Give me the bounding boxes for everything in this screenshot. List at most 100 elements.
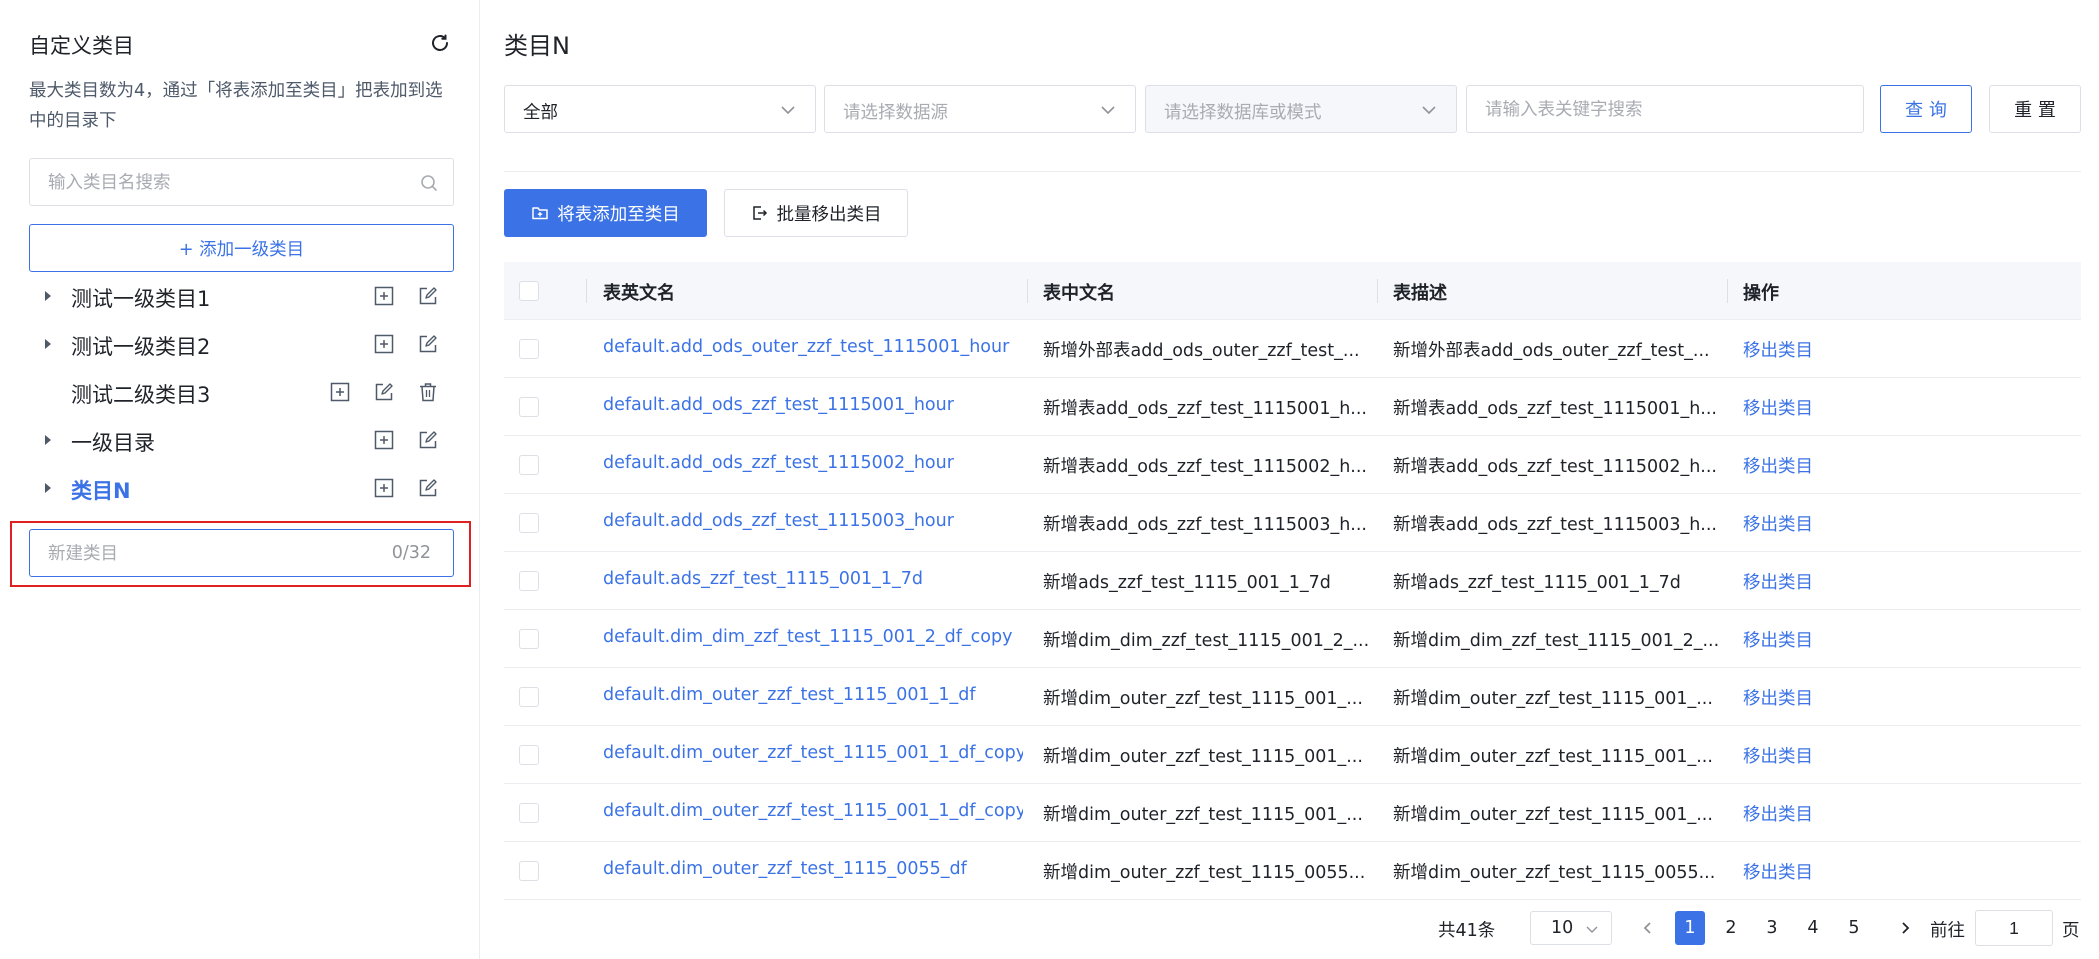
row-checkbox[interactable]	[519, 571, 539, 591]
table-en-name-link[interactable]: default.ads_zzf_test_1115_001_1_7d	[603, 569, 1023, 589]
remove-from-category-link[interactable]: 移出类目	[1743, 627, 1813, 652]
sidebar-hint: 最大类目数为4，通过「将表添加至类目」把表加到选中的目录下	[29, 81, 443, 131]
remove-from-category-link[interactable]: 移出类目	[1743, 685, 1813, 710]
tree-node[interactable]: 一级目录	[29, 416, 454, 464]
pagination-total: 共41条	[1438, 921, 1496, 941]
remove-from-category-link[interactable]: 移出类目	[1743, 743, 1813, 768]
caret-right-icon[interactable]	[45, 291, 51, 301]
table-description: 新增表add_ods_zzf_test_1115003_h...	[1393, 515, 1717, 535]
caret-right-icon[interactable]	[45, 435, 51, 445]
delete-icon[interactable]	[417, 381, 439, 403]
add-subcategory-icon[interactable]	[373, 285, 395, 307]
tree-node-label[interactable]: 测试二级类目3	[71, 379, 210, 409]
char-counter: 0/32	[391, 543, 431, 563]
row-checkbox[interactable]	[519, 861, 539, 881]
remove-from-category-link[interactable]: 移出类目	[1743, 395, 1813, 420]
remove-from-category-link[interactable]: 移出类目	[1743, 859, 1813, 884]
table-en-name-link[interactable]: default.dim_outer_zzf_test_1115_001_1_df…	[603, 743, 1023, 763]
remove-from-category-link[interactable]: 移出类目	[1743, 337, 1813, 362]
page-number[interactable]: 5	[1839, 911, 1869, 945]
table-description: 新增dim_outer_zzf_test_1115_001_...	[1393, 805, 1713, 825]
chevron-down-icon	[1422, 106, 1436, 115]
add-to-category-label: 将表添加至类目	[557, 204, 680, 225]
goto-page-input[interactable]	[1975, 910, 2053, 946]
keyword-search-input[interactable]	[1485, 86, 1845, 132]
prev-page-icon[interactable]	[1639, 919, 1657, 937]
page-number[interactable]: 3	[1757, 911, 1787, 945]
batch-remove-button[interactable]: 批量移出类目	[724, 189, 908, 237]
edit-icon[interactable]	[417, 333, 439, 355]
keyword-search-box	[1466, 85, 1864, 133]
add-subcategory-icon[interactable]	[373, 477, 395, 499]
table-en-name-link[interactable]: default.dim_outer_zzf_test_1115_001_1_df	[603, 685, 1023, 705]
add-root-category-button[interactable]: + 添加一级类目	[29, 224, 454, 272]
table-en-name-link[interactable]: default.add_ods_zzf_test_1115002_hour	[603, 453, 1023, 473]
row-checkbox[interactable]	[519, 745, 539, 765]
table-en-name-link[interactable]: default.dim_dim_zzf_test_1115_001_2_df_c…	[603, 627, 1023, 647]
row-checkbox[interactable]	[519, 629, 539, 649]
edit-icon[interactable]	[417, 285, 439, 307]
scope-select[interactable]: 全部	[504, 85, 816, 133]
tree-node-label[interactable]: 一级目录	[71, 427, 155, 457]
tree-node[interactable]: 测试一级类目1	[29, 272, 454, 320]
table-en-name-link[interactable]: default.dim_outer_zzf_test_1115_0055_df	[603, 859, 1023, 879]
page-number[interactable]: 4	[1798, 911, 1828, 945]
page-size-value: 10	[1551, 918, 1574, 938]
table-row: default.dim_outer_zzf_test_1115_001_1_df…	[504, 668, 2081, 726]
row-checkbox[interactable]	[519, 455, 539, 475]
page-number[interactable]: 2	[1716, 911, 1746, 945]
row-checkbox[interactable]	[519, 339, 539, 359]
tree-node[interactable]: 类目N	[29, 464, 454, 512]
caret-right-icon[interactable]	[45, 339, 51, 349]
row-checkbox[interactable]	[519, 687, 539, 707]
edit-icon[interactable]	[417, 429, 439, 451]
add-subcategory-icon[interactable]	[329, 381, 351, 403]
row-checkbox[interactable]	[519, 397, 539, 417]
table-en-name-link[interactable]: default.add_ods_outer_zzf_test_1115001_h…	[603, 337, 1023, 357]
category-tree: 测试一级类目1 测试一级类目2 测试二级类目3 一级目录类目N	[29, 272, 454, 512]
column-separator	[1377, 279, 1378, 303]
column-header-description[interactable]: 表描述	[1393, 279, 1447, 305]
table-en-name-link[interactable]: default.add_ods_zzf_test_1115001_hour	[603, 395, 1023, 415]
column-header-en-name[interactable]: 表英文名	[603, 279, 675, 305]
tree-node[interactable]: 测试一级类目2	[29, 320, 454, 368]
new-category-input[interactable]	[48, 530, 348, 576]
add-to-category-button[interactable]: 将表添加至类目	[504, 189, 707, 237]
goto-label: 前往	[1930, 921, 1965, 941]
tree-node-label[interactable]: 测试一级类目2	[71, 331, 210, 361]
page-size-select[interactable]: 10	[1530, 911, 1612, 945]
table-en-name-link[interactable]: default.add_ods_zzf_test_1115003_hour	[603, 511, 1023, 531]
table-en-name-link[interactable]: default.dim_outer_zzf_test_1115_001_1_df…	[603, 801, 1023, 821]
select-all-checkbox[interactable]	[519, 281, 539, 301]
refresh-icon[interactable]	[428, 31, 452, 55]
category-sidebar: 自定义类目 最大类目数为4，通过「将表添加至类目」把表加到选中的目录下 + 添加…	[0, 0, 480, 959]
tree-node[interactable]: 测试二级类目3	[29, 368, 454, 416]
table-row: default.add_ods_zzf_test_1115001_hour 新增表…	[504, 378, 2081, 436]
tree-node-label[interactable]: 类目N	[71, 475, 131, 505]
remove-from-category-link[interactable]: 移出类目	[1743, 569, 1813, 594]
page-number[interactable]: 1	[1675, 911, 1705, 945]
row-checkbox[interactable]	[519, 513, 539, 533]
edit-icon[interactable]	[373, 381, 395, 403]
row-checkbox[interactable]	[519, 803, 539, 823]
caret-right-icon[interactable]	[45, 483, 51, 493]
remove-from-category-link[interactable]: 移出类目	[1743, 801, 1813, 826]
search-icon[interactable]	[419, 173, 439, 193]
column-header-cn-name[interactable]: 表中文名	[1043, 279, 1115, 305]
query-button[interactable]: 查 询	[1880, 85, 1972, 133]
batch-remove-label: 批量移出类目	[776, 204, 882, 225]
next-page-icon[interactable]	[1896, 919, 1914, 937]
tree-node-label[interactable]: 测试一级类目1	[71, 283, 210, 313]
reset-button[interactable]: 重 置	[1989, 85, 2081, 133]
add-subcategory-icon[interactable]	[373, 429, 395, 451]
table-row: default.add_ods_zzf_test_1115002_hour 新增表…	[504, 436, 2081, 494]
remove-from-category-link[interactable]: 移出类目	[1743, 453, 1813, 478]
datasource-select[interactable]: 请选择数据源	[824, 85, 1136, 133]
category-search-input[interactable]	[48, 159, 408, 205]
table-cn-name: 新增表add_ods_zzf_test_1115002_h...	[1043, 457, 1367, 477]
add-subcategory-icon[interactable]	[373, 333, 395, 355]
table-row: default.dim_outer_zzf_test_1115_001_1_df…	[504, 784, 2081, 842]
database-select[interactable]: 请选择数据库或模式	[1145, 85, 1457, 133]
remove-from-category-link[interactable]: 移出类目	[1743, 511, 1813, 536]
edit-icon[interactable]	[417, 477, 439, 499]
